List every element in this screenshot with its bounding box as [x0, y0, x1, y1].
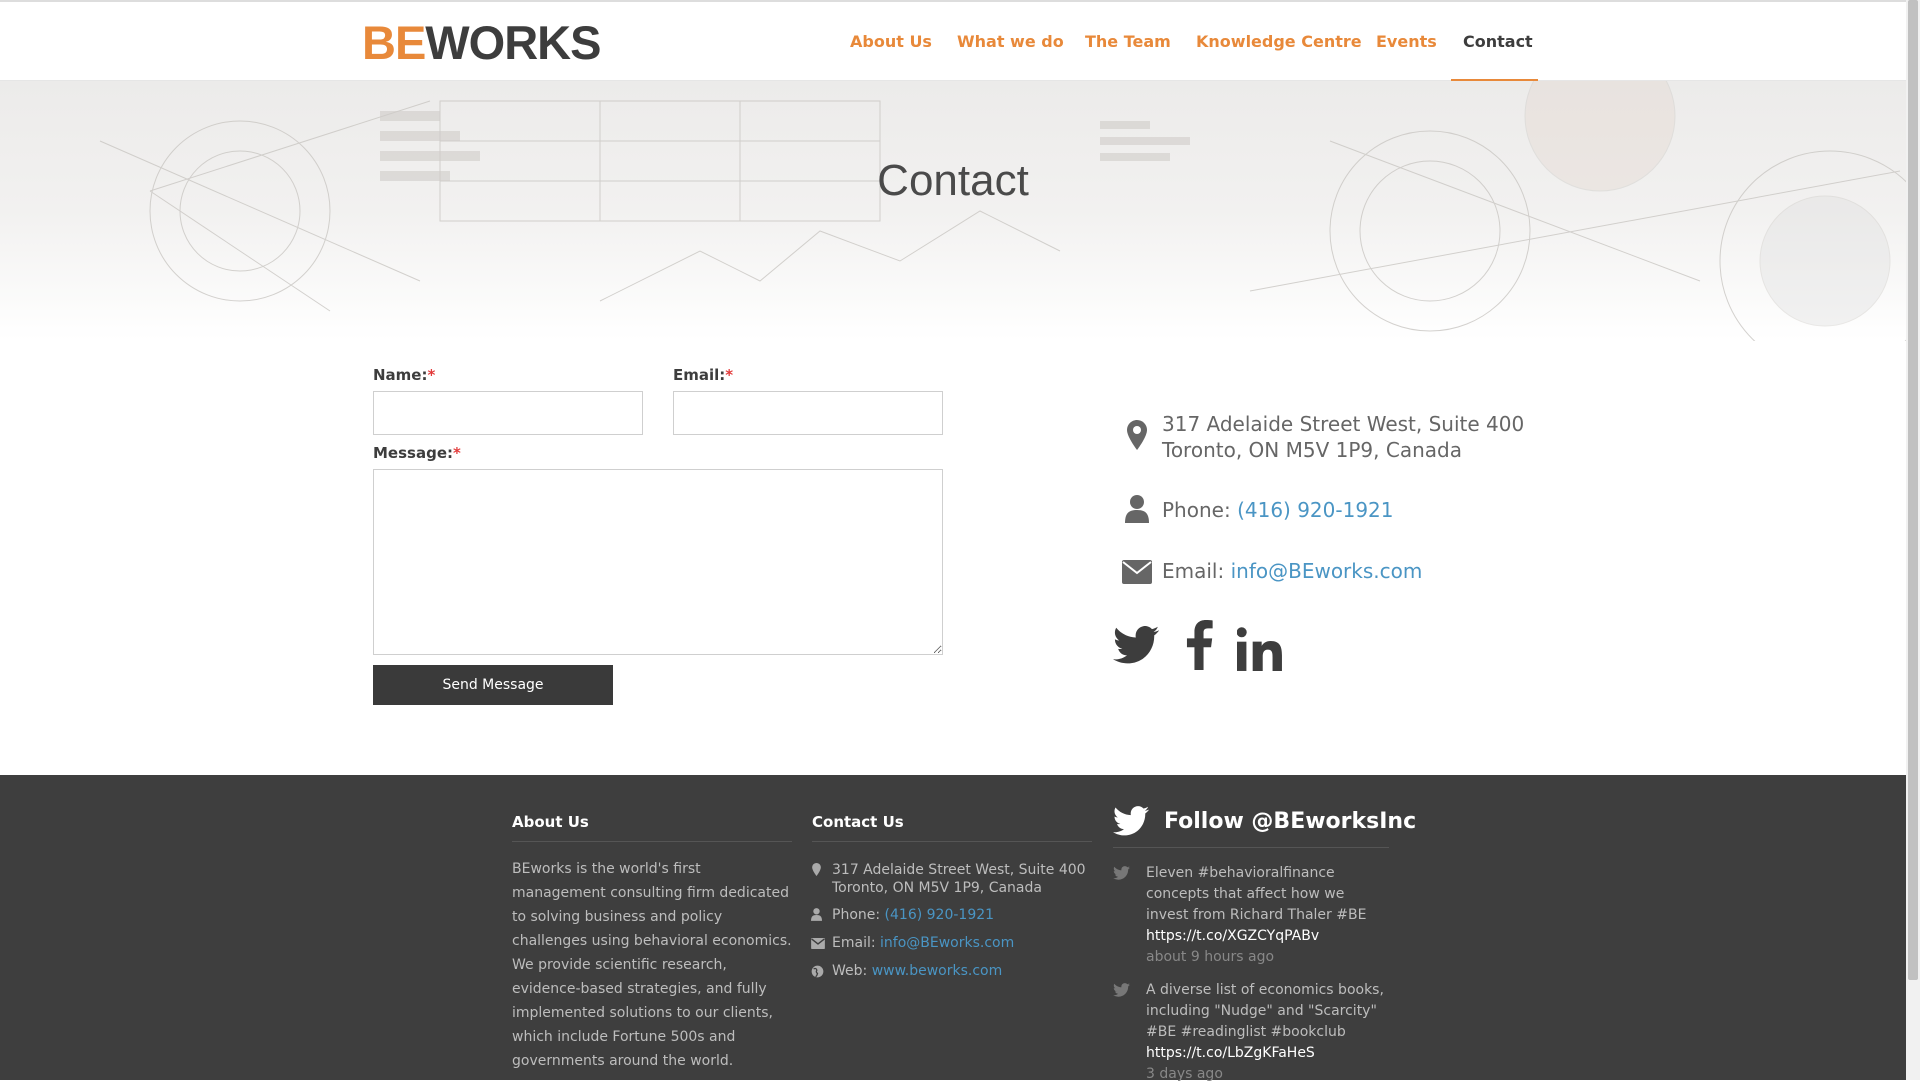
site-header: BEWORKS About Us What we do The Team Kno…	[0, 0, 1906, 82]
tweet-text: Eleven #behavioralfinance concepts that …	[1146, 865, 1367, 923]
footer-address-line-1: 317 Adelaide Street West, Suite 400	[832, 862, 1086, 878]
footer-about-heading: About Us	[512, 813, 589, 831]
page-title: Contact	[877, 156, 1029, 205]
footer-phone-link[interactable]: (416) 920-1921	[885, 907, 995, 923]
footer-web-label: Web:	[832, 963, 868, 979]
footer-phone: Phone: (416) 920-1921	[832, 906, 994, 924]
user-icon	[811, 908, 822, 921]
scrollbar-thumb[interactable]	[1908, 0, 1918, 980]
map-marker-icon	[812, 863, 821, 876]
tweet-link[interactable]: https://t.co/LbZgKFaHeS	[1146, 1043, 1391, 1064]
contact-email: Email: info@BEworks.com	[1162, 558, 1422, 584]
contact-phone: Phone: (416) 920-1921	[1162, 497, 1394, 523]
globe-icon	[811, 965, 824, 978]
tweet-link[interactable]: https://t.co/XGZCYqPABv	[1146, 926, 1391, 947]
required-mark: *	[725, 366, 734, 384]
footer-email-label: Email:	[832, 935, 876, 951]
footer-divider	[1113, 847, 1389, 848]
tweet-time: about 9 hours ago	[1146, 949, 1275, 965]
nav-knowledge-centre[interactable]: Knowledge Centre	[1196, 32, 1362, 51]
footer-divider	[512, 841, 792, 842]
footer-address-line-2: Toronto, ON M5V 1P9, Canada	[832, 880, 1042, 896]
user-icon	[1125, 495, 1149, 523]
envelope-icon	[811, 938, 825, 949]
hero-background-sketch	[99, 81, 1906, 341]
twitter-icon	[1113, 806, 1149, 836]
message-label: Message:*	[373, 444, 461, 462]
phone-link[interactable]: (416) 920-1921	[1237, 498, 1393, 522]
linkedin-icon[interactable]	[1237, 627, 1283, 671]
phone-label: Phone:	[1162, 498, 1231, 522]
hero-banner: Contact	[0, 81, 1906, 341]
footer-address: 317 Adelaide Street West, Suite 400 Toro…	[832, 861, 1086, 897]
facebook-icon[interactable]	[1185, 620, 1213, 670]
name-label-text: Name:	[373, 366, 428, 384]
tweet-twitter-icon	[1113, 866, 1130, 880]
envelope-icon	[1122, 560, 1152, 584]
name-input[interactable]	[373, 391, 643, 435]
send-message-button[interactable]: Send Message	[373, 665, 613, 705]
message-textarea[interactable]	[373, 469, 943, 655]
footer-web: Web: www.beworks.com	[832, 962, 1002, 980]
email-input[interactable]	[673, 391, 943, 435]
required-mark: *	[427, 366, 436, 384]
tweet-text: A diverse list of economics books, inclu…	[1146, 982, 1384, 1040]
nav-events[interactable]: Events	[1376, 32, 1437, 51]
tweet-twitter-icon	[1113, 983, 1130, 997]
logo-be: BE	[362, 16, 426, 69]
nav-what-we-do[interactable]: What we do	[957, 32, 1064, 51]
tweet-time: 3 days ago	[1146, 1066, 1223, 1082]
email-label-text: Email:	[1162, 559, 1225, 583]
site-footer: About Us BEworks is the world's first ma…	[0, 775, 1906, 1082]
nav-contact[interactable]: Contact	[1463, 32, 1533, 51]
address-line-1: 317 Adelaide Street West, Suite 400	[1162, 412, 1525, 436]
footer-contact-heading: Contact Us	[812, 813, 904, 831]
required-mark: *	[453, 444, 461, 462]
nav-the-team[interactable]: The Team	[1085, 32, 1171, 51]
tweet-item: A diverse list of economics books, inclu…	[1146, 980, 1391, 1085]
footer-phone-label: Phone:	[832, 907, 881, 923]
tweet-item: Eleven #behavioralfinance concepts that …	[1146, 863, 1391, 968]
footer-about-text: BEworks is the world's first management …	[512, 861, 792, 1069]
footer-follow-heading[interactable]: Follow @BEworksInc	[1164, 809, 1416, 834]
message-label-text: Message:	[373, 444, 453, 462]
twitter-icon[interactable]	[1113, 625, 1159, 665]
email-label: Email:*	[673, 366, 733, 384]
footer-email-link[interactable]: info@BEworks.com	[880, 935, 1014, 951]
footer-email: Email: info@BEworks.com	[832, 934, 1014, 952]
address-line-2: Toronto, ON M5V 1P9, Canada	[1162, 438, 1462, 462]
logo-works: WORKS	[425, 16, 601, 69]
footer-divider	[812, 841, 1092, 842]
contact-address: 317 Adelaide Street West, Suite 400 Toro…	[1162, 411, 1524, 463]
nav-about-us[interactable]: About Us	[850, 32, 932, 51]
email-label-text: Email:	[673, 366, 726, 384]
map-marker-icon	[1127, 420, 1147, 450]
email-link[interactable]: info@BEworks.com	[1231, 559, 1423, 583]
footer-web-link[interactable]: www.beworks.com	[872, 963, 1003, 979]
beworks-logo[interactable]: BEWORKS	[362, 19, 601, 66]
name-label: Name:*	[373, 366, 435, 384]
